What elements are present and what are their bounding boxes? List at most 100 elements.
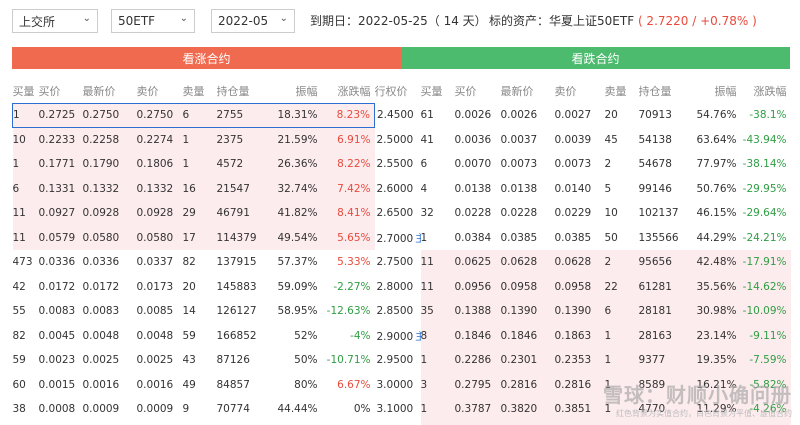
call-cell[interactable]: 87126	[217, 348, 267, 373]
call-cell[interactable]: 126127	[217, 299, 267, 324]
put-cell[interactable]: 0.0039	[555, 128, 605, 153]
call-cell[interactable]: 0.1806	[136, 152, 183, 177]
call-cell[interactable]: 0.0336	[39, 250, 83, 275]
call-cell[interactable]: 84857	[217, 373, 267, 398]
put-cell[interactable]: 54138	[639, 128, 693, 153]
put-cell[interactable]: 0.4778	[500, 421, 555, 425]
put-cell[interactable]: 0.0385	[555, 226, 605, 251]
put-col-header[interactable]: 最新价	[501, 79, 555, 103]
call-cell[interactable]: 5.65%	[321, 225, 375, 250]
call-cell[interactable]: 42	[13, 275, 39, 300]
put-cell[interactable]: 23.14%	[692, 323, 741, 348]
put-cell[interactable]: 50.76%	[693, 177, 741, 202]
put-cell[interactable]: 22	[604, 274, 639, 299]
put-cell[interactable]: 0.0625	[454, 250, 501, 275]
call-cell[interactable]: 0.0337	[137, 250, 183, 275]
call-cell[interactable]: 0.0045	[39, 324, 83, 349]
put-cell[interactable]: 4	[421, 177, 455, 202]
put-cell[interactable]: 6	[604, 299, 639, 324]
put-cell[interactable]: 50	[605, 226, 639, 251]
put-cell[interactable]: -17.91%	[740, 250, 791, 275]
call-cell[interactable]: 0.0048	[83, 324, 137, 349]
option-row[interactable]: 42 0.0172 0.0172 0.0173 20 145883 59.09% -2.27%…	[13, 274, 791, 300]
put-cell[interactable]: 32	[421, 201, 455, 226]
put-cell[interactable]: -43.94%	[741, 128, 791, 153]
call-cell[interactable]: 33.33%	[322, 422, 375, 425]
put-cell[interactable]: 63.64%	[693, 128, 741, 153]
call-cell[interactable]: 166852	[217, 324, 267, 349]
call-cell[interactable]: 0.0580	[136, 225, 183, 250]
call-cell[interactable]: 114379	[216, 225, 267, 250]
put-cell[interactable]: 0.0958	[500, 274, 555, 299]
call-cell[interactable]: 0.0004	[83, 422, 137, 425]
put-cell[interactable]: -38.14%	[741, 152, 791, 177]
call-cell[interactable]: 0.2750	[82, 102, 137, 128]
put-cell[interactable]: 0.0070	[455, 152, 501, 177]
put-cell[interactable]: 0.1390	[500, 299, 555, 324]
call-col-header[interactable]: 卖量	[183, 79, 217, 103]
put-col-header[interactable]: 振幅	[693, 79, 741, 103]
option-row[interactable]: 59 0.0023 0.0025 0.0025 43 87126 50% -10.71% 2.9…	[13, 348, 791, 373]
put-cell[interactable]: 0.2353	[554, 348, 605, 373]
put-cell[interactable]: 77.97%	[693, 152, 741, 177]
call-cell[interactable]: 29	[182, 201, 217, 226]
call-cell[interactable]: 8.22%	[321, 152, 375, 177]
put-cell[interactable]: 8	[420, 323, 455, 348]
put-cell[interactable]: 0.0228	[501, 201, 555, 226]
call-cell[interactable]: 435	[183, 422, 217, 425]
call-cell[interactable]: 0.0048	[137, 324, 183, 349]
underlying-select[interactable]: 50ETF ⌄	[111, 9, 195, 33]
call-cell[interactable]: 0.2258	[82, 127, 137, 152]
put-cell[interactable]: 42.48%	[692, 250, 741, 275]
call-cell[interactable]: 0.0016	[83, 373, 137, 398]
put-cell[interactable]: 41	[421, 128, 455, 153]
call-cell[interactable]: 0.1790	[82, 152, 137, 177]
option-row[interactable]: 55 0.0083 0.0083 0.0085 14 126127 58.95% -12.63…	[13, 299, 791, 324]
put-cell[interactable]: 0.0138	[501, 177, 555, 202]
put-cell[interactable]: 0.2301	[500, 348, 555, 373]
put-cell[interactable]: 19.35%	[692, 348, 741, 373]
put-cell[interactable]: 28163	[638, 323, 693, 348]
call-cell[interactable]: 55	[13, 299, 39, 324]
call-cell[interactable]: 58.95%	[267, 299, 322, 324]
call-cell[interactable]: 145883	[217, 275, 267, 300]
put-cell[interactable]: 44.29%	[693, 226, 741, 251]
call-cell[interactable]: 6	[12, 176, 39, 201]
call-cell[interactable]: 1	[182, 127, 217, 152]
put-cell[interactable]: -4.75%	[740, 421, 791, 425]
put-cell[interactable]: 9.63%	[692, 421, 741, 425]
option-row[interactable]: 1610.00040.00040.000543539465100%33.33%3…	[13, 421, 791, 425]
put-cell[interactable]: 4314	[638, 421, 693, 425]
put-cell[interactable]: 0.0037	[501, 128, 555, 153]
call-cell[interactable]: 0.1332	[82, 176, 137, 201]
put-cell[interactable]: 1	[604, 348, 639, 373]
put-cell[interactable]: 61281	[638, 274, 693, 299]
put-cell[interactable]: 35.56%	[692, 274, 741, 299]
call-col-header[interactable]: 卖价	[137, 79, 183, 103]
put-cell[interactable]: 0.1846	[454, 323, 501, 348]
put-cell[interactable]: 0.0628	[554, 250, 605, 275]
put-col-header[interactable]: 卖量	[605, 79, 639, 103]
put-col-header[interactable]: 涨跌幅	[741, 79, 791, 103]
call-cell[interactable]: 0.0016	[137, 373, 183, 398]
call-cell[interactable]: 39465	[217, 422, 267, 425]
call-cell[interactable]: 0.0005	[137, 422, 183, 425]
put-col-header[interactable]: 持仓量	[639, 79, 693, 103]
put-cell[interactable]: 0.1846	[500, 323, 555, 348]
call-cell[interactable]: 0.0580	[82, 225, 137, 250]
call-cell[interactable]: 0.0927	[38, 201, 83, 226]
call-col-header[interactable]: 买量	[13, 79, 39, 103]
call-cell[interactable]: 11	[12, 201, 39, 226]
call-cell[interactable]: 100%	[267, 422, 322, 425]
option-row[interactable]: 10 0.2233 0.2258 0.2274 1 2375 21.59% 6.91% 2.50…	[12, 127, 791, 153]
put-cell[interactable]: 0.3787	[454, 397, 501, 422]
option-row[interactable]: 11 0.0579 0.0580 0.0580 17 114379 49.54% 5.65% 2…	[12, 225, 791, 251]
call-cell[interactable]: 0.0336	[83, 250, 137, 275]
call-cell[interactable]: 21547	[216, 176, 267, 201]
call-cell[interactable]: 0.0083	[39, 299, 83, 324]
call-cell[interactable]: 70774	[217, 397, 267, 422]
call-cell[interactable]: 4572	[216, 152, 267, 177]
put-cell[interactable]: 0.1863	[554, 323, 605, 348]
call-cell[interactable]: 6.67%	[322, 373, 375, 398]
call-cell[interactable]: 60	[13, 373, 39, 398]
